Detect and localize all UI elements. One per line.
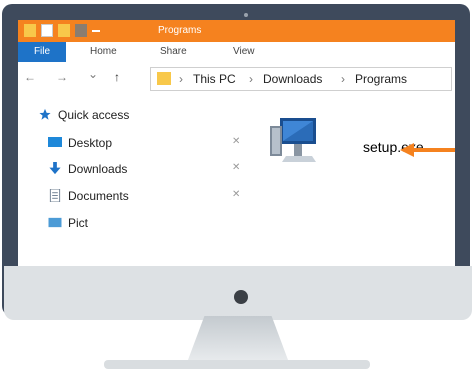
up-button[interactable]: ↑ <box>114 70 120 84</box>
breadcrumb-programs[interactable]: Programs <box>355 72 407 86</box>
computer-icon[interactable] <box>268 116 320 164</box>
ribbon-tabs: File Home Share View <box>18 42 455 63</box>
breadcrumb-this-pc[interactable]: This PC <box>193 72 236 86</box>
power-button <box>234 290 248 304</box>
tab-home[interactable]: Home <box>90 42 117 62</box>
new-folder-icon[interactable] <box>58 24 70 37</box>
desktop-icon <box>48 137 62 147</box>
pin-icon[interactable]: ✕ <box>232 136 240 147</box>
explorer-window: Programs File Home Share View ← → ⌄ ↑ › … <box>18 20 455 266</box>
breadcrumb-separator: › <box>179 72 183 86</box>
back-button[interactable]: ← <box>24 70 36 84</box>
folder-icon[interactable] <box>24 24 36 37</box>
address-bar[interactable]: › This PC › Downloads › Programs <box>150 67 452 91</box>
title-bar: Programs <box>18 20 455 42</box>
navigation-bar: ← → ⌄ ↑ › This PC › Downloads › Programs <box>18 62 455 94</box>
tab-share[interactable]: Share <box>160 42 187 62</box>
pin-icon[interactable]: ✕ <box>232 162 240 173</box>
document-icon <box>49 189 61 202</box>
pictures-icon <box>48 217 62 228</box>
window-title: Programs <box>158 25 202 36</box>
sidebar-item-label: Pict <box>68 216 89 230</box>
monitor-stand-neck <box>187 316 289 361</box>
breadcrumb-separator: › <box>249 72 253 86</box>
monitor-bezel: Programs File Home Share View ← → ⌄ ↑ › … <box>2 4 472 320</box>
star-icon <box>39 108 51 120</box>
sidebar-item-label: Documents <box>68 189 129 203</box>
pin-icon[interactable]: ✕ <box>232 189 240 200</box>
sidebar-item-label: Quick access <box>58 108 130 122</box>
customize-toolbar-icon[interactable] <box>92 30 100 32</box>
arrow-icon <box>400 143 455 157</box>
properties-icon[interactable] <box>41 24 53 37</box>
recent-locations-button[interactable]: ⌄ <box>88 67 98 81</box>
forward-button[interactable]: → <box>56 70 68 84</box>
download-icon <box>49 162 61 175</box>
monitor-chin <box>4 266 472 320</box>
breadcrumb-separator: › <box>341 72 345 86</box>
tab-view[interactable]: View <box>233 42 255 62</box>
monitor-stand-base <box>104 360 370 369</box>
sidebar-item-label: Downloads <box>68 162 128 176</box>
tab-file[interactable]: File <box>18 42 66 62</box>
breadcrumb-downloads[interactable]: Downloads <box>263 72 322 86</box>
camera-dot <box>244 13 248 17</box>
undo-icon[interactable] <box>75 24 87 37</box>
sidebar-item-label: Desktop <box>68 136 113 150</box>
folder-icon <box>157 72 171 85</box>
quick-access-toolbar <box>24 24 100 37</box>
navigation-pane: Quick access Desktop ✕ Downloads ✕ Docum… <box>18 94 268 266</box>
